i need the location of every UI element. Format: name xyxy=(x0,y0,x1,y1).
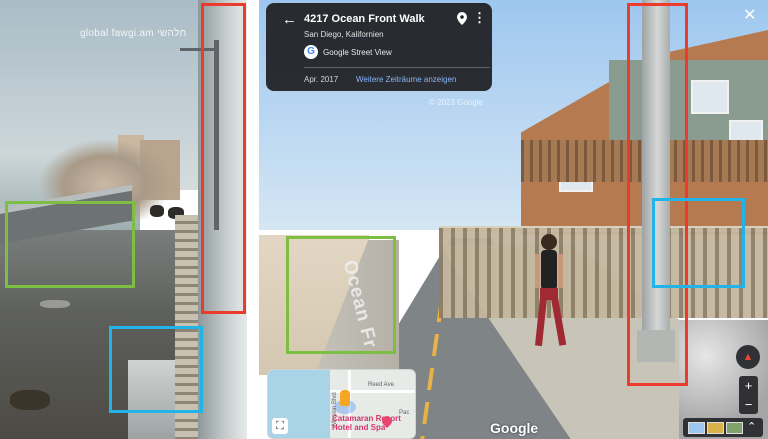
video-watermark: global fawgi.am חלהשי xyxy=(80,28,187,39)
green-highlight-box xyxy=(5,201,135,288)
zoom-in-button[interactable]: + xyxy=(739,376,758,395)
arrow-left-icon[interactable]: ← xyxy=(282,11,297,28)
imagery-thumbnails[interactable]: ⌃ xyxy=(683,418,763,437)
debris xyxy=(10,390,50,410)
address-subtitle: San Diego, Kalifornien xyxy=(304,30,384,39)
window xyxy=(691,80,729,114)
chevron-up-icon[interactable]: ⌃ xyxy=(747,420,756,433)
pedestrian xyxy=(534,234,567,347)
copyright-label: © 2023 Google xyxy=(429,98,483,107)
location-pin-icon[interactable] xyxy=(457,12,467,28)
street-view-panel[interactable]: Ocean Fr © 2023 Google ← 4217 Ocean Fron… xyxy=(259,0,768,439)
location-info-card: ← 4217 Ocean Front Walk San Diego, Kalif… xyxy=(266,3,492,91)
expand-map-icon[interactable]: ⛶ xyxy=(272,418,288,434)
red-highlight-box xyxy=(201,3,246,314)
thumbnail[interactable] xyxy=(707,422,724,434)
zoom-control: + − xyxy=(739,376,758,414)
capture-date: Apr. 2017 xyxy=(304,75,339,84)
debris xyxy=(150,205,164,217)
zoom-out-button[interactable]: − xyxy=(739,395,758,414)
thumbnail[interactable] xyxy=(726,422,743,434)
close-icon[interactable]: ✕ xyxy=(743,5,756,25)
green-highlight-box xyxy=(286,236,396,354)
map-place-label[interactable]: Catamaran Resort Hotel and Spa xyxy=(332,414,412,432)
storm-footage-image: global fawgi.am חלהשי xyxy=(0,0,247,439)
pegman-icon[interactable] xyxy=(340,390,350,406)
address-title: 4217 Ocean Front Walk xyxy=(304,13,425,25)
debris xyxy=(40,300,70,308)
google-logo-icon: G xyxy=(304,45,318,59)
google-watermark: Google xyxy=(490,420,539,436)
mini-map[interactable]: Reed Ave Mission Blvd Pac Catamaran Reso… xyxy=(267,369,416,439)
thumbnail[interactable] xyxy=(688,422,705,434)
red-highlight-box xyxy=(627,3,688,386)
card-divider xyxy=(304,67,490,68)
more-options-icon[interactable]: ⋮ xyxy=(473,10,486,26)
compass-icon[interactable]: ▲ xyxy=(736,345,760,369)
blue-highlight-box xyxy=(652,198,745,288)
street-view-brand: Google Street View xyxy=(323,48,392,57)
blue-highlight-box xyxy=(109,326,203,413)
map-street-label: Reed Ave xyxy=(368,382,394,388)
see-more-dates-link[interactable]: Weitere Zeiträume anzeigen xyxy=(356,75,456,84)
